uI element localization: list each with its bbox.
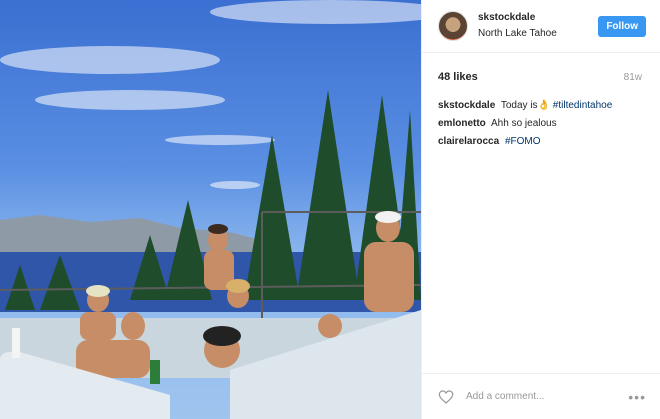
instagram-post: skstockdale North Lake Tahoe Follow 48 l… [0, 0, 660, 419]
post-location[interactable]: North Lake Tahoe [478, 28, 598, 41]
can [150, 360, 160, 384]
post-header: skstockdale North Lake Tahoe Follow [422, 0, 660, 53]
comment-username[interactable]: emlonetto [438, 118, 486, 129]
comment-item: skstockdale Today is👌 #tiltedintahoe [438, 97, 644, 115]
likes-count[interactable]: 48 likes [438, 71, 478, 83]
clouds [0, 0, 421, 189]
avatar[interactable] [438, 11, 468, 41]
comment-item: clairelarocca #FOMO [438, 133, 644, 151]
more-options-icon[interactable]: ••• [628, 389, 646, 405]
comments-list: skstockdale Today is👌 #tiltedintahoe eml… [422, 83, 660, 151]
author-username[interactable]: skstockdale [478, 12, 598, 25]
heart-icon[interactable] [438, 389, 454, 405]
comment-item: emlonetto Ahh so jealous [438, 115, 644, 133]
comment-text: Today is [500, 100, 538, 111]
post-time-ago[interactable]: 81w [624, 72, 642, 83]
ok-hand-emoji-icon: 👌 [537, 100, 551, 111]
follow-button[interactable]: Follow [598, 15, 646, 37]
add-comment-input[interactable] [464, 390, 629, 403]
comment-hashtag[interactable]: #tiltedintahoe [553, 100, 613, 111]
comment-footer: ••• [422, 373, 660, 419]
comment-text: Ahh so jealous [491, 118, 557, 129]
post-details-panel: skstockdale North Lake Tahoe Follow 48 l… [421, 0, 660, 419]
author-info: skstockdale North Lake Tahoe [478, 12, 598, 40]
water-bottle [12, 328, 20, 358]
comment-username[interactable]: clairelarocca [438, 136, 499, 147]
post-photo[interactable] [0, 0, 421, 419]
hot-tub-photo-illustration [0, 0, 421, 419]
comment-username[interactable]: skstockdale [438, 100, 495, 111]
post-stats: 48 likes 81w [422, 53, 660, 83]
comment-hashtag[interactable]: #FOMO [505, 136, 541, 147]
